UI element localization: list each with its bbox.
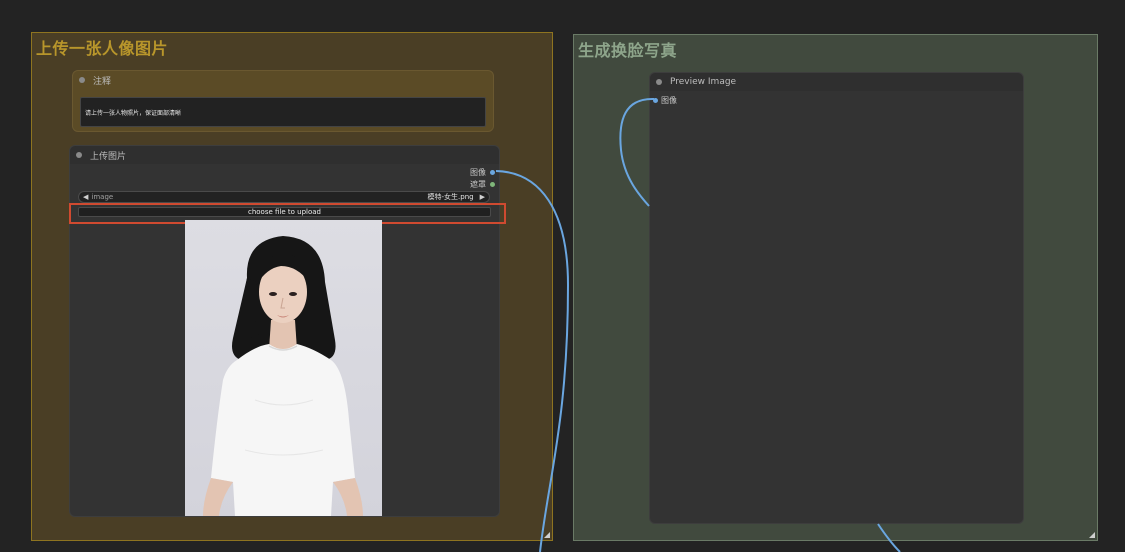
input-slot-image[interactable]: 图像	[653, 95, 677, 106]
node-header[interactable]: 注释	[73, 71, 493, 89]
upload-group-title[interactable]: 上传一张人像图片	[36, 35, 168, 59]
output-label: 遮罩	[470, 180, 486, 189]
node-header[interactable]: Preview Image	[650, 73, 1023, 91]
note-textarea[interactable]: 请上传一张人物照片，保证面部清晰	[80, 97, 486, 127]
combo-value: 模特-女生.png	[427, 193, 474, 201]
collapse-dot-icon[interactable]	[79, 77, 85, 83]
node-title: Preview Image	[670, 77, 737, 87]
arrow-right-icon[interactable]: ▶	[480, 193, 485, 201]
note-node[interactable]: 注释 请上传一张人物照片，保证面部清晰	[72, 70, 494, 132]
arrow-left-icon[interactable]: ◀	[83, 193, 88, 201]
group-resize-handle[interactable]	[1089, 532, 1095, 538]
note-text: 请上传一张人物照片，保证面部清晰	[85, 110, 182, 117]
preview-image-node[interactable]: Preview Image 图像	[649, 72, 1024, 524]
node-title: 上传图片	[90, 151, 127, 162]
output-dot-icon[interactable]	[490, 170, 495, 175]
portrait-photo	[185, 220, 382, 516]
collapse-dot-icon[interactable]	[656, 79, 662, 85]
output-dot-icon[interactable]	[490, 182, 495, 187]
output-label: 图像	[470, 168, 486, 177]
image-combo[interactable]: ◀ image 模特-女生.png ▶	[78, 191, 490, 203]
node-header[interactable]: 上传图片	[70, 146, 499, 164]
input-label: 图像	[661, 96, 677, 105]
collapse-dot-icon[interactable]	[76, 152, 82, 158]
input-dot-icon[interactable]	[653, 98, 658, 103]
upload-button-label: choose file to upload	[247, 208, 321, 216]
combo-name: image	[91, 193, 114, 201]
node-title: 注释	[93, 76, 112, 87]
upload-button[interactable]: choose file to upload	[78, 207, 491, 217]
output-slot-image[interactable]: 图像	[470, 167, 495, 178]
output-slot-mask[interactable]: 遮罩	[470, 179, 495, 190]
result-group-title[interactable]: 生成换脸写真	[578, 37, 677, 61]
portrait-illustration	[203, 236, 363, 516]
group-resize-handle[interactable]	[544, 532, 550, 538]
